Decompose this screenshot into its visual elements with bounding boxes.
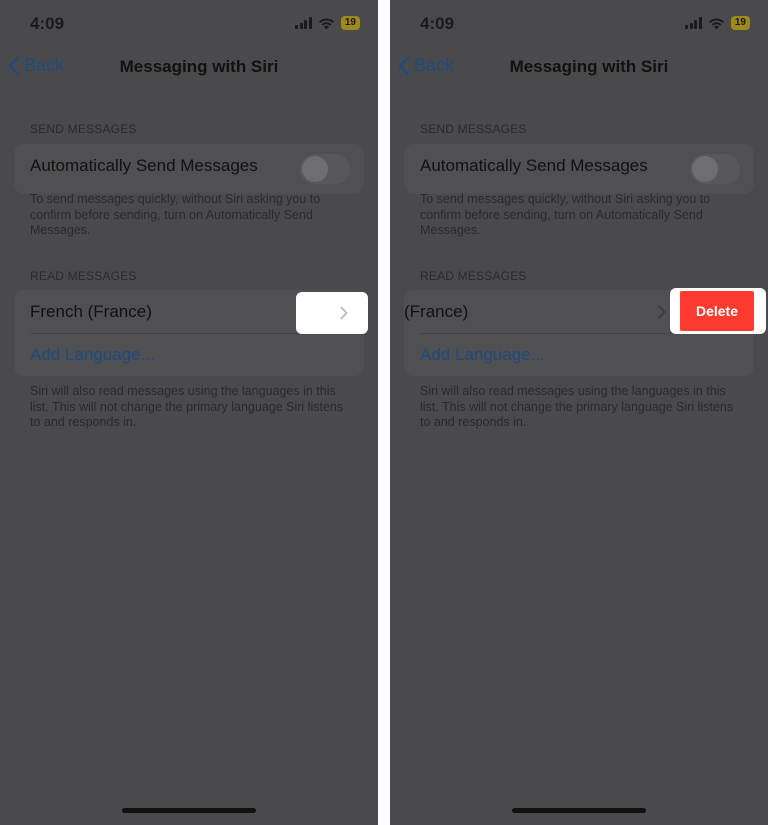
toggle-knob <box>302 156 328 182</box>
phone-screen-right: 4:09 19 Back Messaging with Siri SEND ME… <box>390 0 768 825</box>
read-footer: Siri will also read messages using the l… <box>420 384 734 429</box>
add-language-link[interactable]: Add Language... <box>30 345 155 365</box>
send-group: Automatically Send Messages <box>14 144 364 194</box>
status-time: 4:09 <box>420 14 455 33</box>
page-title: Messaging with Siri <box>119 57 279 76</box>
page-title: Messaging with Siri <box>509 57 669 76</box>
language-label: French (France) <box>30 302 152 321</box>
status-icons: 19 <box>685 16 750 30</box>
auto-send-toggle[interactable] <box>300 154 350 184</box>
section-header-read: READ MESSAGES <box>30 269 137 283</box>
home-indicator <box>122 808 256 813</box>
toggle-knob <box>692 156 718 182</box>
wifi-icon <box>318 17 334 29</box>
cellular-signal-icon <box>295 17 312 29</box>
wifi-icon <box>708 17 724 29</box>
chevron-right-icon <box>658 305 666 319</box>
status-icons: 19 <box>295 16 360 30</box>
send-footer: To send messages quickly, without Siri a… <box>30 192 321 237</box>
battery-icon: 19 <box>340 16 360 30</box>
phone-screen-left: 4:09 19 Back Messaging with Siri SEND ME… <box>0 0 378 825</box>
send-group: Automatically Send Messages <box>404 144 754 194</box>
swipe-highlight <box>296 292 368 334</box>
add-language-link[interactable]: Add Language... <box>420 345 545 365</box>
auto-send-label: Automatically Send Messages <box>420 156 648 175</box>
home-indicator <box>512 808 646 813</box>
status-time: 4:09 <box>30 14 65 33</box>
battery-icon: 19 <box>730 16 750 30</box>
section-header-send: SEND MESSAGES <box>30 122 137 136</box>
section-header-read: READ MESSAGES <box>420 269 527 283</box>
send-footer: To send messages quickly, without Siri a… <box>420 192 711 237</box>
language-label: (France) <box>404 302 469 321</box>
auto-send-toggle[interactable] <box>690 154 740 184</box>
read-footer: Siri will also read messages using the l… <box>30 384 344 429</box>
delete-button[interactable]: Delete <box>680 291 754 331</box>
chevron-right-icon <box>340 306 348 320</box>
section-header-send: SEND MESSAGES <box>420 122 527 136</box>
auto-send-label: Automatically Send Messages <box>30 156 258 175</box>
cellular-signal-icon <box>685 17 702 29</box>
